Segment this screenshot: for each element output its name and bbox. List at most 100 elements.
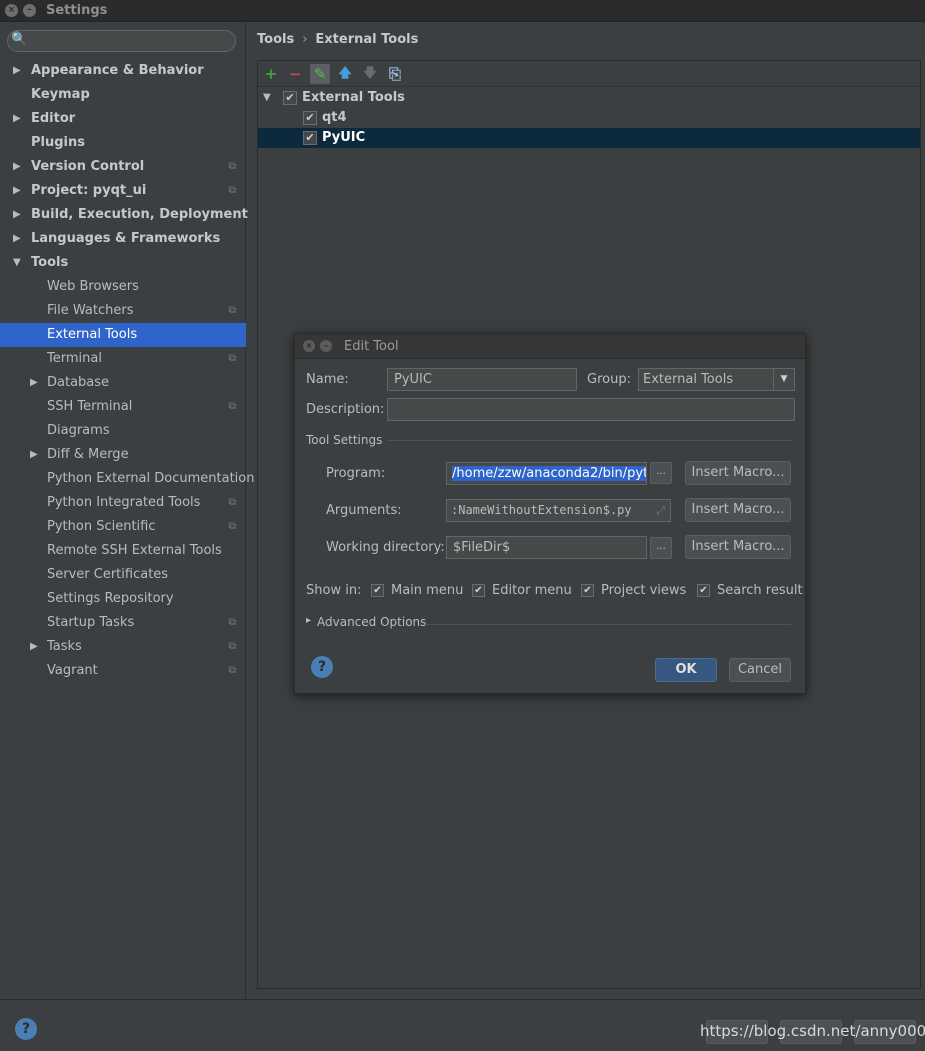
dialog-help-icon[interactable]: ? (311, 656, 333, 678)
sidebar-item[interactable]: Terminal ⧉ (0, 347, 246, 371)
checkbox-label: Editor menu (492, 583, 572, 598)
sidebar-item[interactable]: ▶ Editor (0, 107, 246, 131)
move-up-icon[interactable]: 🡅 (335, 64, 355, 84)
sidebar-item[interactable]: ▶ Diff & Merge (0, 443, 246, 467)
checkbox[interactable]: ✔ (581, 584, 594, 597)
ok-button[interactable]: OK (655, 658, 717, 682)
project-level-icon: ⧉ (228, 161, 236, 172)
group-select-value: External Tools (643, 372, 734, 387)
dialog-titlebar: × – Edit Tool (295, 334, 805, 359)
sidebar-item[interactable]: ▶ Version Control ⧉ (0, 155, 246, 179)
show-in-editor-menu[interactable]: ✔ Editor menu (472, 583, 572, 600)
window-title: Settings (46, 3, 108, 18)
cancel-button[interactable]: Cancel (729, 658, 791, 682)
sidebar-item-label: Web Browsers (47, 279, 139, 294)
expand-arrow-icon[interactable]: ▼ (263, 88, 271, 108)
group-checkbox[interactable]: ✔ (283, 91, 297, 105)
sidebar-item[interactable]: Vagrant ⧉ (0, 659, 246, 683)
search-input[interactable]: 🔍 (7, 30, 236, 52)
remove-icon[interactable]: − (285, 64, 305, 84)
sidebar-item-label: Tools (31, 255, 69, 270)
sidebar-item[interactable]: Keymap (0, 83, 246, 107)
expand-icon[interactable]: ⤢ (656, 500, 665, 521)
breadcrumb-external-tools: External Tools (315, 32, 419, 47)
working-directory-field[interactable]: $FileDir$ (446, 536, 647, 559)
chevron-right-icon[interactable]: ▶ (30, 443, 38, 467)
chevron-right-icon[interactable]: ▶ (30, 635, 38, 659)
tool-item-label: PyUIC (322, 130, 366, 145)
tool-group-external-tools[interactable]: ▼ ✔ External Tools (258, 88, 920, 108)
sidebar-item[interactable]: Server Certificates (0, 563, 246, 587)
sidebar-item[interactable]: ▶ Project: pyqt_ui ⧉ (0, 179, 246, 203)
sidebar-item[interactable]: Python Integrated Tools ⧉ (0, 491, 246, 515)
program-field[interactable]: /home/zzw/anaconda2/bin/pyth (446, 462, 647, 485)
checkbox[interactable]: ✔ (697, 584, 710, 597)
chevron-right-icon[interactable]: ▶ (13, 107, 21, 131)
tool-item-pyuic[interactable]: ✔ PyUIC (258, 128, 920, 148)
program-insert-macro-button[interactable]: Insert Macro... (685, 461, 791, 485)
chevron-right-icon[interactable]: ▶ (13, 179, 21, 203)
sidebar-item[interactable]: SSH Terminal ⧉ (0, 395, 246, 419)
tool-checkbox[interactable]: ✔ (303, 111, 317, 125)
section-divider (387, 440, 793, 441)
checkbox[interactable]: ✔ (371, 584, 384, 597)
show-in-search-result[interactable]: ✔ Search result (697, 583, 803, 600)
chevron-down-icon[interactable]: ▼ (773, 369, 794, 390)
sidebar-item[interactable]: Python External Documentation (0, 467, 254, 491)
copy-icon[interactable]: ⎘ (385, 64, 405, 84)
sidebar-item[interactable]: Python Scientific ⧉ (0, 515, 246, 539)
sidebar-item-label: Settings Repository (47, 591, 174, 606)
sidebar-item-label: Languages & Frameworks (31, 231, 221, 246)
chevron-right-icon[interactable]: ▶ (13, 227, 21, 251)
show-in-main-menu[interactable]: ✔ Main menu (371, 583, 464, 600)
sidebar-item[interactable]: File Watchers ⧉ (0, 299, 246, 323)
sidebar-item[interactable]: ▶ Appearance & Behavior (0, 59, 246, 83)
arguments-insert-macro-button[interactable]: Insert Macro... (685, 498, 791, 522)
chevron-right-icon[interactable]: ▶ (13, 59, 21, 83)
sidebar-item[interactable]: Diagrams (0, 419, 246, 443)
show-in-project-views[interactable]: ✔ Project views (581, 583, 691, 600)
arguments-field[interactable]: :NameWithoutExtension$.py ⤢ (446, 499, 671, 522)
sidebar-item[interactable]: ▶ Languages & Frameworks (0, 227, 246, 251)
edit-icon[interactable]: ✎ (310, 64, 330, 84)
sidebar-item[interactable]: External Tools (0, 323, 246, 347)
settings-help-icon[interactable]: ? (15, 1018, 37, 1040)
group-select[interactable]: External Tools ▼ (638, 368, 795, 391)
chevron-down-icon[interactable]: ▼ (13, 251, 21, 275)
tool-checkbox[interactable]: ✔ (303, 131, 317, 145)
sidebar-item[interactable]: Web Browsers (0, 275, 246, 299)
breadcrumb-tools[interactable]: Tools (257, 32, 294, 47)
checkbox[interactable]: ✔ (472, 584, 485, 597)
working-directory-browse-button[interactable]: ... (650, 537, 672, 559)
dialog-close-icon[interactable]: × (303, 340, 315, 352)
sidebar-item-label: Terminal (47, 351, 102, 366)
description-field[interactable] (387, 398, 795, 421)
program-browse-button[interactable]: ... (650, 462, 672, 484)
sidebar-item-label: Python Integrated Tools (47, 495, 201, 510)
sidebar-item[interactable]: ▶ Build, Execution, Deployment (0, 203, 248, 227)
checkbox-label: Main menu (391, 583, 464, 598)
sidebar-item[interactable]: Startup Tasks ⧉ (0, 611, 246, 635)
window-close-icon[interactable]: × (5, 4, 18, 17)
dialog-minimize-icon[interactable]: – (320, 340, 332, 352)
chevron-right-icon[interactable]: ▶ (13, 155, 21, 179)
sidebar-item[interactable]: Plugins (0, 131, 246, 155)
tool-item-qt4[interactable]: ✔ qt4 (258, 108, 920, 128)
add-icon[interactable]: + (261, 64, 281, 84)
sidebar-item[interactable]: Remote SSH External Tools (0, 539, 246, 563)
sidebar-item-label: Appearance & Behavior (31, 63, 204, 78)
move-down-icon[interactable]: 🡇 (360, 64, 380, 84)
window-minimize-icon[interactable]: – (23, 4, 36, 17)
search-icon: 🔍 (11, 32, 28, 47)
sidebar-item[interactable]: Settings Repository (0, 587, 246, 611)
name-field[interactable]: PyUIC (387, 368, 577, 391)
chevron-right-icon[interactable]: ▶ (30, 371, 38, 395)
sidebar-item[interactable]: ▼ Tools (0, 251, 246, 275)
sidebar-item[interactable]: ▶ Database (0, 371, 246, 395)
chevron-right-icon: ▸ (306, 615, 312, 626)
project-level-icon: ⧉ (228, 401, 236, 412)
project-level-icon: ⧉ (228, 641, 236, 652)
sidebar-item[interactable]: ▶ Tasks ⧉ (0, 635, 246, 659)
chevron-right-icon[interactable]: ▶ (13, 203, 21, 227)
working-directory-insert-macro-button[interactable]: Insert Macro... (685, 535, 791, 559)
